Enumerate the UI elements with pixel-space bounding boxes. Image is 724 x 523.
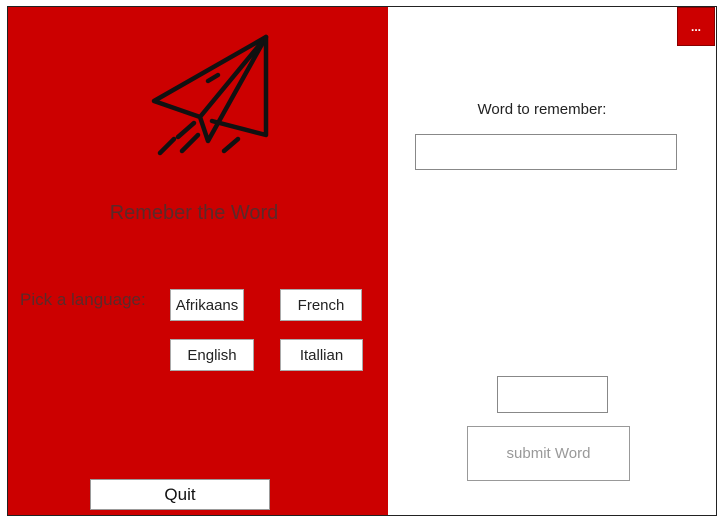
quit-button[interactable]: Quit: [90, 479, 270, 510]
pick-language-label: Pick a language:: [20, 290, 146, 309]
app-title: Remeber the Word: [109, 202, 279, 224]
left-panel: Remeber the Word Pick a language: Afrika…: [8, 7, 388, 515]
app-window: Remeber the Word Pick a language: Afrika…: [7, 6, 717, 516]
language-button-afrikaans[interactable]: Afrikaans: [170, 289, 244, 321]
submit-word-button[interactable]: submit Word: [467, 426, 630, 481]
language-button-itallian[interactable]: Itallian: [280, 339, 363, 371]
language-button-french[interactable]: French: [280, 289, 362, 321]
right-panel: ... Word to remember: submit Word: [388, 7, 716, 515]
menu-button[interactable]: ...: [677, 7, 715, 46]
word-to-remember-label: Word to remember:: [477, 101, 607, 118]
language-button-english[interactable]: English: [170, 339, 254, 371]
small-input[interactable]: [497, 376, 608, 413]
paper-plane-icon: [138, 31, 270, 163]
word-input[interactable]: [415, 134, 677, 170]
